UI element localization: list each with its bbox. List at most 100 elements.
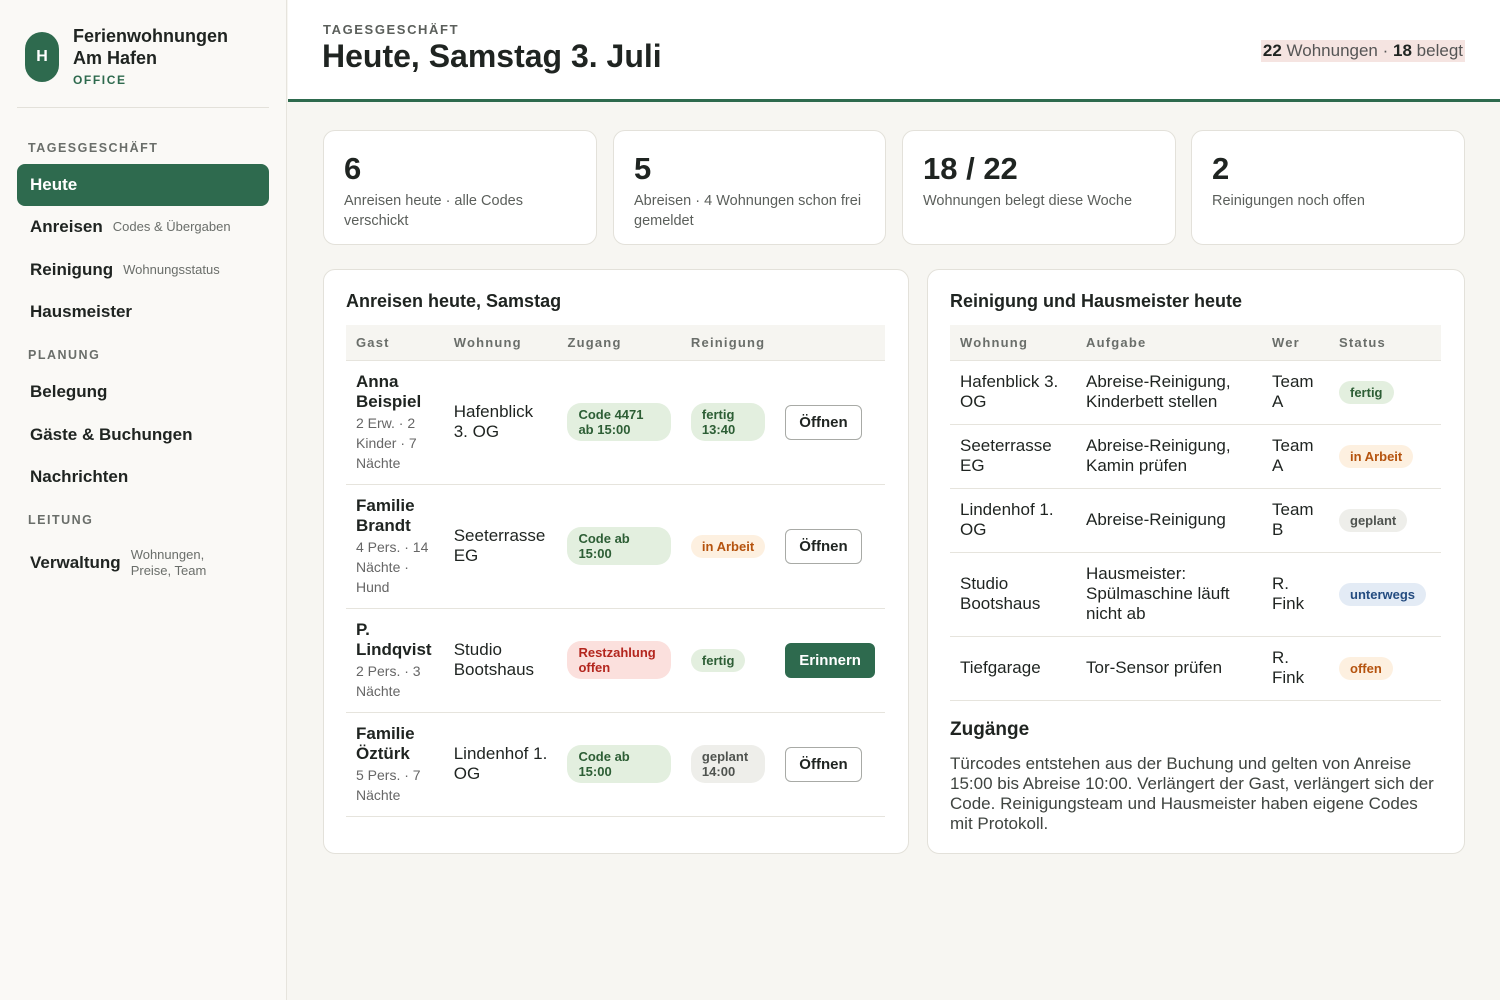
open-button[interactable]: Öffnen — [785, 746, 862, 782]
table-row: Studio Bootshaus Hausmeister: Spülmaschi… — [950, 552, 1441, 637]
task-assignee: Team A — [1262, 360, 1329, 425]
task-flat: Seeterrasse EG — [950, 424, 1076, 489]
stat-description: Wohnungen belegt diese Woche — [923, 193, 1133, 209]
access-badge: Code ab 15:00 — [567, 745, 671, 783]
task-flat: Tiefgarage — [950, 636, 1076, 701]
column-header-wohnung: Wohnung — [443, 325, 558, 361]
task-assignee: Team B — [1262, 488, 1329, 553]
sidebar: H Ferienwohnungen Am Hafen OFFICE TAGESG… — [0, 0, 287, 1000]
column-header-zugang: Zugang — [557, 325, 681, 361]
occupancy-booked-label: belegt — [1416, 41, 1463, 60]
arrivals-table: Gast Wohnung Zugang Reinigung Anna Beisp… — [346, 325, 885, 817]
sidebar-item-label: Heute — [30, 175, 78, 194]
task-flat: Lindenhof 1. OG — [950, 488, 1076, 553]
cleaning-badge: in Arbeit — [690, 534, 766, 558]
sidebar-item-label: Belegung — [30, 382, 108, 401]
arrivals-title: Anreisen heute, Samstag — [346, 291, 562, 311]
stat-card-arrivals: 6 Anreisen heute · alle Codes verschickt — [323, 130, 597, 245]
table-row: P. Lindqvist 2 Pers. · 3 Nächte Studio Bo… — [346, 608, 885, 713]
guest-name: Anna Beispiel — [356, 371, 422, 411]
sidebar-item-heute[interactable]: Heute — [17, 164, 269, 206]
column-header-status: Status — [1329, 325, 1441, 361]
sidebar-item-label: Nachrichten — [30, 467, 129, 486]
sidebar-item-hausmeister[interactable]: Hausmeister — [17, 291, 269, 333]
sidebar-item-label: Anreisen — [30, 217, 103, 236]
open-button[interactable]: Öffnen — [785, 404, 862, 440]
status-badge: in Arbeit — [1339, 444, 1414, 468]
column-header-reinigung: Reinigung — [680, 325, 776, 361]
task-flat: Hafenblick 3. OG — [950, 360, 1076, 425]
guest-name: Familie Öztürk — [356, 723, 415, 763]
occupancy-total: 22 — [1262, 41, 1282, 60]
sidebar-item-sub: Wohnungen, Preise, Team — [130, 547, 207, 578]
page-eyebrow: TAGESGESCHÄFT — [323, 22, 460, 37]
sidebar-item-sub: Wohnungsstatus — [123, 262, 220, 277]
stat-number: 6 — [344, 151, 362, 186]
occupancy-booked: 18 — [1393, 41, 1412, 60]
access-badge: Restzahlung offen — [567, 641, 671, 679]
table-row: Familie Brandt 4 Pers. · 14 Nächte · Hund… — [346, 484, 885, 609]
flat-name: Lindenhof 1. OG — [443, 712, 558, 817]
stat-number: 2 — [1212, 151, 1230, 186]
status-badge: unterwegs — [1339, 582, 1427, 606]
sidebar-item-anreisen[interactable]: Anreisen Codes & Übergaben — [17, 206, 269, 248]
task-description: Hausmeister: Spülmaschine läuft nicht ab — [1076, 552, 1262, 637]
table-row: Lindenhof 1. OG Abreise-Reinigung Team B… — [950, 488, 1441, 553]
open-button[interactable]: Öffnen — [785, 528, 862, 564]
flat-name: Hafenblick 3. OG — [443, 360, 558, 485]
task-assignee: R. Fink — [1262, 552, 1329, 637]
brand-name: Ferienwohnungen Am Hafen — [73, 26, 228, 68]
brand: H Ferienwohnungen Am Hafen OFFICE — [25, 25, 253, 87]
sidebar-item-belegung[interactable]: Belegung — [17, 371, 269, 413]
guest-name: Familie Brandt — [356, 495, 415, 535]
table-row: Familie Öztürk 5 Pers. · 7 Nächte Lindenh… — [346, 712, 885, 817]
tasks-title: Reinigung und Hausmeister heute — [950, 291, 1243, 311]
occupancy-summary: 22 Wohnungen · 18 belegt — [1260, 40, 1465, 62]
stat-description: Anreisen heute · alle Codes verschickt — [344, 193, 523, 229]
sidebar-item-nachrichten[interactable]: Nachrichten — [17, 456, 269, 498]
task-description: Tor-Sensor prüfen — [1076, 636, 1262, 701]
stat-card-departures: 5 Abreisen · 4 Wohnungen schon frei geme… — [613, 130, 886, 245]
stat-number: 5 — [634, 151, 652, 186]
page-header: TAGESGESCHÄFT Heute, Samstag 3. Juli 22 … — [288, 0, 1500, 102]
nav-section-leitung: LEITUNG — [28, 513, 94, 527]
sidebar-item-gaeste-buchungen[interactable]: Gäste & Buchungen — [17, 414, 269, 456]
stat-card-occupancy: 18 / 22 Wohnungen belegt diese Woche — [902, 130, 1176, 245]
stat-card-cleanings: 2 Reinigungen noch offen — [1191, 130, 1465, 245]
access-title: Zugänge — [950, 719, 1030, 740]
column-header-gast: Gast — [346, 325, 444, 361]
access-badge: Code 4471 ab 15:00 — [567, 403, 671, 441]
cleaning-badge: fertig — [690, 648, 746, 672]
table-row: Anna Beispiel 2 Erw. · 2 Kinder · 7 Nächt… — [346, 360, 885, 485]
sidebar-item-label: Reinigung — [30, 260, 114, 279]
task-description: Abreise-Reinigung, Kinderbett stellen — [1076, 360, 1262, 425]
sidebar-item-reinigung[interactable]: Reinigung Wohnungsstatus — [17, 249, 269, 291]
stat-number: 18 / 22 — [923, 151, 1018, 186]
table-row: Tiefgarage Tor-Sensor prüfen R. Fink off… — [950, 636, 1441, 701]
sidebar-item-verwaltung[interactable]: Verwaltung Wohnungen, Preise, Team — [17, 540, 269, 586]
cleaning-badge: fertig 13:40 — [690, 403, 766, 441]
flat-name: Studio Bootshaus — [443, 608, 558, 713]
task-assignee: Team A — [1262, 424, 1329, 489]
guest-meta: 2 Pers. · 3 Nächte — [356, 662, 421, 699]
remind-button[interactable]: Erinnern — [785, 642, 875, 678]
sidebar-item-label: Verwaltung — [30, 553, 121, 572]
status-badge: offen — [1339, 656, 1393, 680]
task-description: Abreise-Reinigung — [1076, 488, 1262, 553]
sidebar-item-label: Gäste & Buchungen — [30, 425, 193, 444]
sidebar-item-sub: Codes & Übergaben — [112, 219, 231, 234]
table-row: Hafenblick 3. OG Abreise-Reinigung, Kind… — [950, 360, 1441, 425]
brand-logo: H — [25, 32, 59, 82]
guest-name: P. Lindqvist — [356, 619, 432, 659]
task-description: Abreise-Reinigung, Kamin prüfen — [1076, 424, 1262, 489]
tasks-panel: Reinigung und Hausmeister heute Wohnung … — [927, 269, 1465, 854]
column-header-wer: Wer — [1262, 325, 1329, 361]
guest-meta: 4 Pers. · 14 Nächte · Hund — [356, 538, 429, 595]
status-badge: geplant — [1339, 508, 1408, 532]
access-text: Türcodes entstehen aus der Buchung und g… — [950, 754, 1434, 833]
guest-meta: 5 Pers. · 7 Nächte — [356, 766, 421, 803]
status-badge: fertig — [1339, 380, 1394, 404]
task-flat: Studio Bootshaus — [950, 552, 1076, 637]
stat-description: Reinigungen noch offen — [1212, 193, 1365, 209]
arrivals-panel: Anreisen heute, Samstag Gast Wohnung Zug… — [323, 269, 909, 854]
